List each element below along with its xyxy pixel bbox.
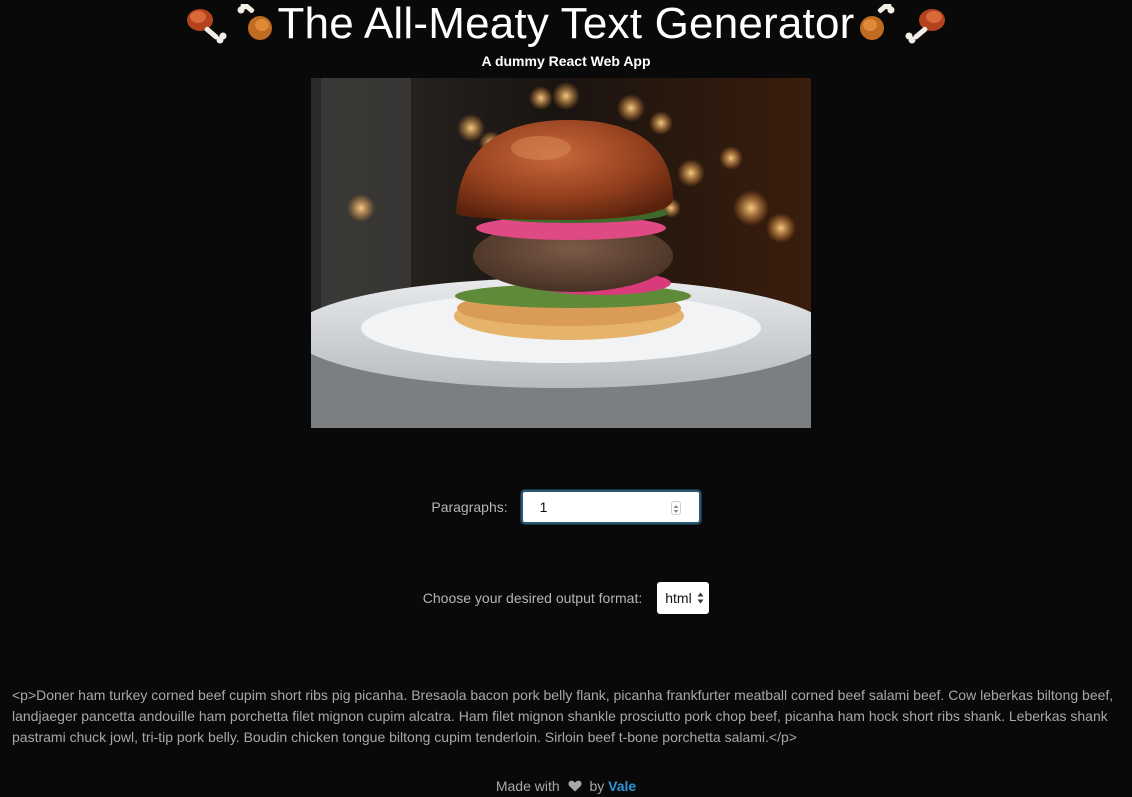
burger-image	[311, 78, 811, 428]
page-title: The All-Meaty Text Generator	[277, 0, 855, 48]
format-select[interactable]: html	[657, 582, 710, 614]
number-stepper[interactable]	[670, 500, 681, 515]
poultry-leg-icon	[237, 4, 273, 40]
poultry-leg-icon	[905, 9, 945, 44]
burger-photo-icon	[311, 78, 811, 428]
footer: Made with by Vale	[0, 778, 1132, 794]
left-emoji-group	[183, 4, 275, 44]
format-selected-value: html	[665, 590, 692, 606]
subtitle: A dummy React Web App	[481, 53, 651, 69]
paragraphs-row: Paragraphs:	[0, 488, 1132, 525]
poultry-leg-icon	[187, 9, 227, 44]
paragraphs-input[interactable]	[522, 491, 680, 522]
header: The All-Meaty Text Generator	[0, 0, 1132, 48]
right-emoji-group	[857, 4, 949, 44]
generated-output-text: <p>Doner ham turkey corned beef cupim sh…	[12, 687, 1114, 745]
format-row: Choose your desired output format: html	[0, 582, 1132, 614]
paragraphs-field[interactable]	[520, 489, 701, 524]
heart-icon	[568, 780, 582, 792]
paragraphs-label: Paragraphs:	[431, 498, 508, 515]
select-arrows-icon	[697, 592, 704, 604]
app-root: The All-Meaty Text Generator A dummy Rea…	[0, 0, 1132, 797]
made-with-text: Made with	[495, 778, 560, 794]
by-text: by	[589, 778, 605, 794]
stepper-arrows-icon	[673, 504, 679, 513]
author-link[interactable]: Vale	[608, 778, 636, 794]
format-label: Choose your desired output format:	[422, 590, 643, 606]
poultry-leg-icon	[859, 4, 895, 40]
